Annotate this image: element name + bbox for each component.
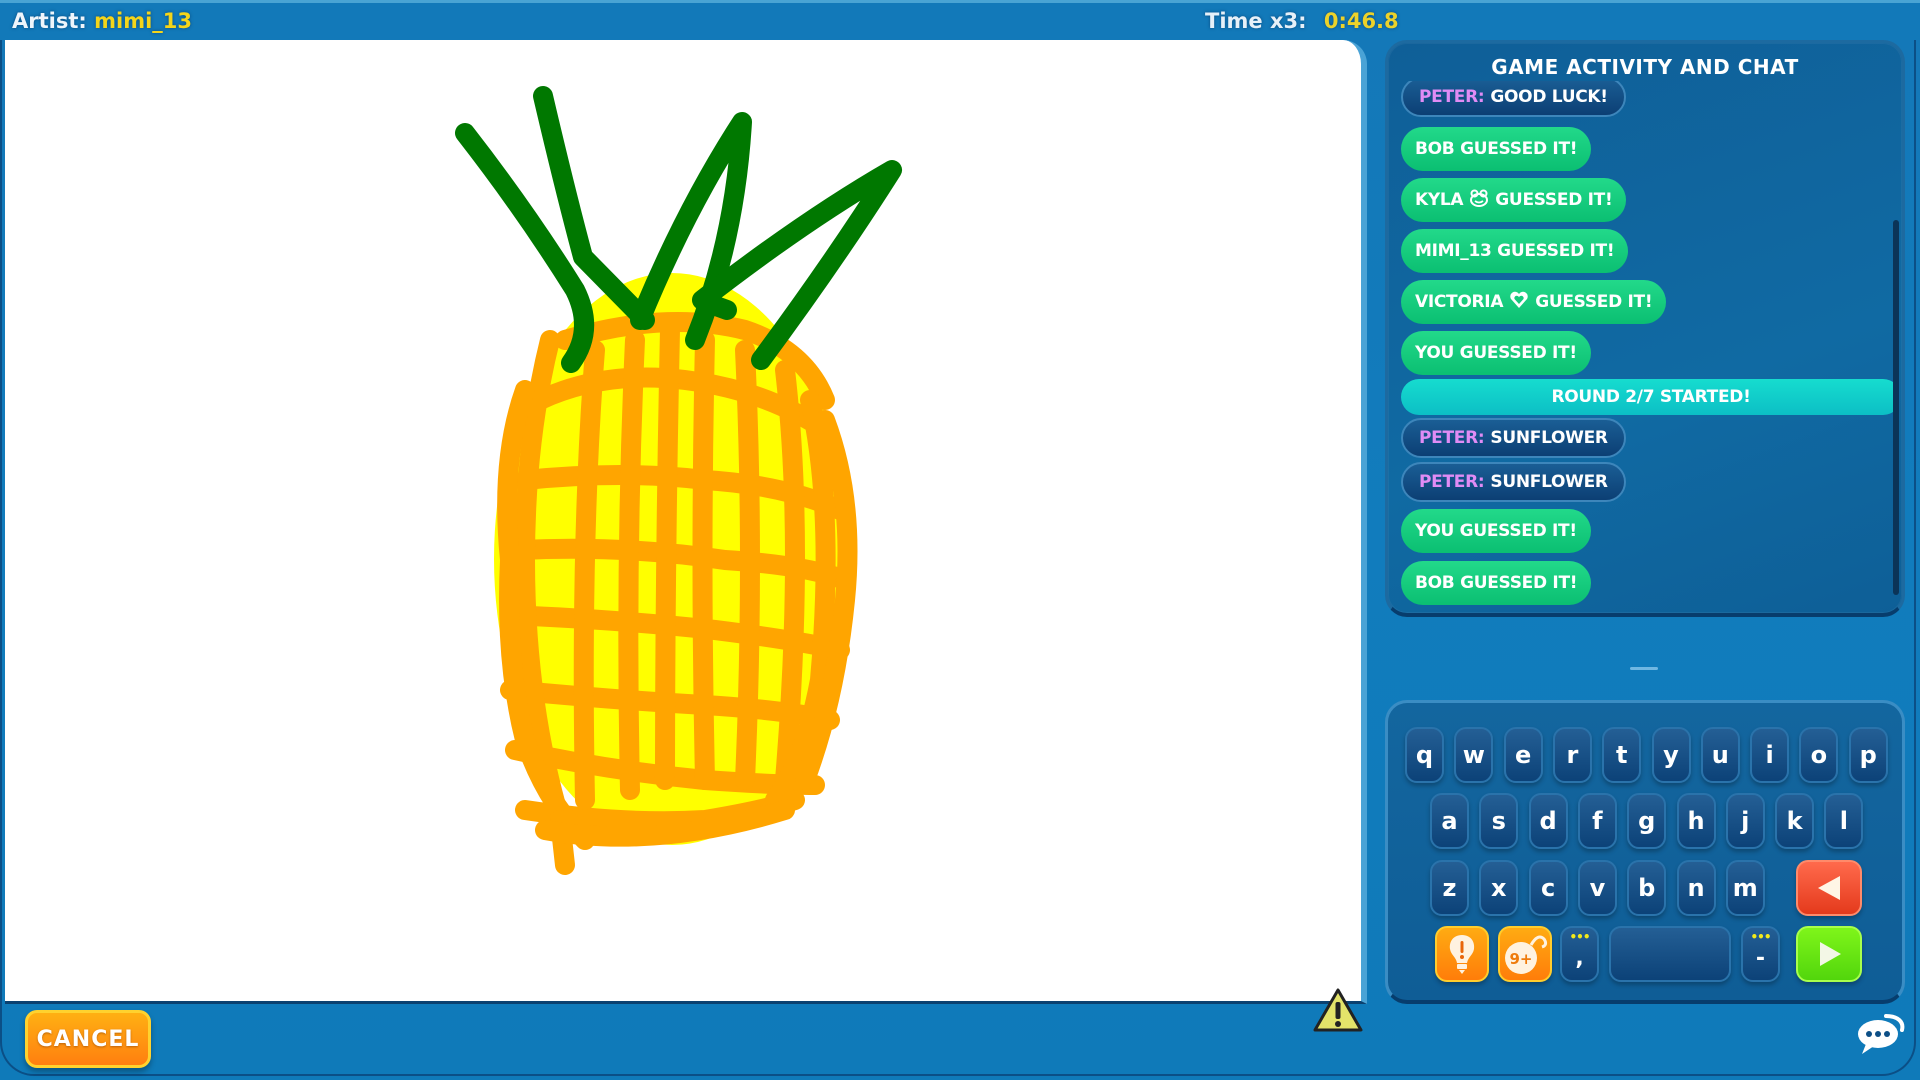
artist-name: mimi_13	[94, 9, 192, 33]
player-name: KYLA	[1415, 190, 1464, 210]
chat-message-list[interactable]: PETER: GOOD LUCK! BOB GUESSED IT! KYLA GUESS…	[1401, 81, 1893, 611]
message-text: SUNFLOWER	[1490, 428, 1608, 448]
key-a[interactable]: a	[1430, 793, 1469, 849]
panel-divider-handle[interactable]	[1630, 667, 1658, 670]
message-text: YOU GUESSED IT!	[1415, 343, 1577, 363]
message-text: BOB GUESSED IT!	[1415, 139, 1578, 159]
play-arrow-icon	[1820, 942, 1841, 966]
message-text: MIMI_13 GUESSED IT!	[1415, 241, 1615, 261]
chat-panel: GAME ACTIVITY AND CHAT PETER: GOOD LUCK! B…	[1385, 40, 1905, 617]
dash-key[interactable]: ••• -	[1741, 926, 1780, 982]
key-p[interactable]: p	[1848, 727, 1888, 783]
key-r[interactable]: r	[1552, 727, 1592, 783]
key-k[interactable]: k	[1775, 793, 1815, 849]
key-u[interactable]: u	[1700, 727, 1740, 783]
drawing-canvas[interactable]	[5, 40, 1367, 1032]
key-n[interactable]: n	[1676, 860, 1716, 916]
heart-icon	[1509, 291, 1529, 314]
round-banner: ROUND 2/7 STARTED!	[1401, 379, 1893, 415]
message-text: GUESSED IT!	[1535, 292, 1653, 312]
outline-stroke	[655, 320, 680, 790]
guess-event-message: MIMI_13 GUESSED IT!	[1401, 229, 1629, 273]
guess-event-message: VICTORIA GUESSED IT!	[1401, 280, 1667, 324]
chat-message: PETER: SUNFLOWER	[1401, 418, 1626, 458]
message-text: ROUND 2/7 STARTED!	[1551, 387, 1751, 407]
backspace-arrow-icon	[1818, 876, 1840, 900]
speech-bubble-icon[interactable]	[1856, 1012, 1906, 1056]
timer-label: Time x3:	[1205, 9, 1307, 33]
cancel-button[interactable]: CANCEL	[25, 1010, 151, 1068]
comma-label: ,	[1575, 945, 1584, 971]
key-y[interactable]: y	[1651, 727, 1691, 783]
chat-title: GAME ACTIVITY AND CHAT	[1491, 55, 1799, 79]
chat-message: PETER: GOOD LUCK!	[1401, 81, 1626, 117]
artist-info: Artist: mimi_13	[12, 9, 192, 33]
key-m[interactable]: m	[1725, 860, 1765, 916]
timer: Time x3: 0:46.8	[1205, 9, 1399, 33]
guess-event-message: KYLA GUESSED IT!	[1401, 178, 1627, 222]
outline-stroke	[692, 330, 715, 790]
message-text: YOU GUESSED IT!	[1415, 521, 1577, 541]
guess-event-message: YOU GUESSED IT!	[1401, 331, 1591, 375]
comma-key[interactable]: •••,	[1560, 926, 1599, 982]
key-x[interactable]: x	[1479, 860, 1519, 916]
outline-stroke	[775, 360, 805, 790]
key-j[interactable]: j	[1725, 793, 1765, 849]
report-warning-icon[interactable]	[1312, 986, 1364, 1034]
bomb-count: 9+	[1509, 950, 1532, 968]
artist-label: Artist:	[12, 9, 87, 33]
timer-value: 0:46.8	[1323, 9, 1399, 33]
key-e[interactable]: e	[1503, 727, 1543, 783]
top-bar: Artist: mimi_13 Time x3: 0:46.8	[0, 0, 1920, 40]
backspace-key[interactable]	[1796, 860, 1862, 916]
dash-label: -	[1755, 945, 1766, 971]
key-t[interactable]: t	[1602, 727, 1642, 783]
hint-button[interactable]	[1435, 926, 1489, 982]
guess-event-message: BOB GUESSED IT!	[1401, 127, 1592, 171]
key-f[interactable]: f	[1577, 793, 1617, 849]
pineapple-drawing	[455, 86, 902, 875]
key-l[interactable]: l	[1824, 793, 1864, 849]
message-author: PETER:	[1419, 472, 1485, 492]
key-q[interactable]: q	[1405, 727, 1444, 783]
bomb-powerup-button[interactable]: 9+	[1498, 926, 1552, 982]
key-d[interactable]: d	[1528, 793, 1568, 849]
space-key[interactable]	[1609, 926, 1731, 982]
guess-event-message: BOB GUESSED IT!	[1401, 561, 1592, 605]
more-options-dots: •••	[1750, 930, 1771, 944]
more-options-dots: •••	[1569, 930, 1590, 944]
outline-stroke	[618, 330, 645, 800]
message-text: GUESSED IT!	[1495, 190, 1613, 210]
message-text: SUNFLOWER	[1490, 472, 1608, 492]
on-screen-keyboard: q w e r t y u i o p a s d f g h j k l z x c v b n m 9+ •••, ••• -	[1385, 700, 1905, 1004]
key-s[interactable]: s	[1479, 793, 1519, 849]
guess-event-message: YOU GUESSED IT!	[1401, 509, 1591, 553]
message-author: PETER:	[1419, 87, 1485, 107]
message-text: BOB GUESSED IT!	[1415, 573, 1578, 593]
key-o[interactable]: o	[1799, 727, 1839, 783]
chat-scrollbar[interactable]	[1893, 220, 1899, 595]
submit-guess-key[interactable]	[1796, 926, 1862, 982]
frog-icon	[1469, 189, 1489, 212]
key-h[interactable]: h	[1676, 793, 1716, 849]
message-text: GOOD LUCK!	[1490, 87, 1608, 107]
message-author: PETER:	[1419, 428, 1485, 448]
player-name: VICTORIA	[1415, 292, 1504, 312]
key-c[interactable]: c	[1528, 860, 1568, 916]
outline-stroke	[573, 340, 605, 810]
outline-stroke	[735, 340, 760, 790]
key-w[interactable]: w	[1454, 727, 1494, 783]
key-i[interactable]: i	[1750, 727, 1790, 783]
bomb-icon: 9+	[1505, 935, 1548, 974]
key-g[interactable]: g	[1627, 793, 1667, 849]
key-z[interactable]: z	[1430, 860, 1469, 916]
lightbulb-icon	[1449, 935, 1475, 974]
leaf-stroke	[695, 292, 737, 320]
key-b[interactable]: b	[1627, 860, 1667, 916]
chat-message: PETER: SUNFLOWER	[1401, 462, 1626, 502]
key-v[interactable]: v	[1577, 860, 1617, 916]
